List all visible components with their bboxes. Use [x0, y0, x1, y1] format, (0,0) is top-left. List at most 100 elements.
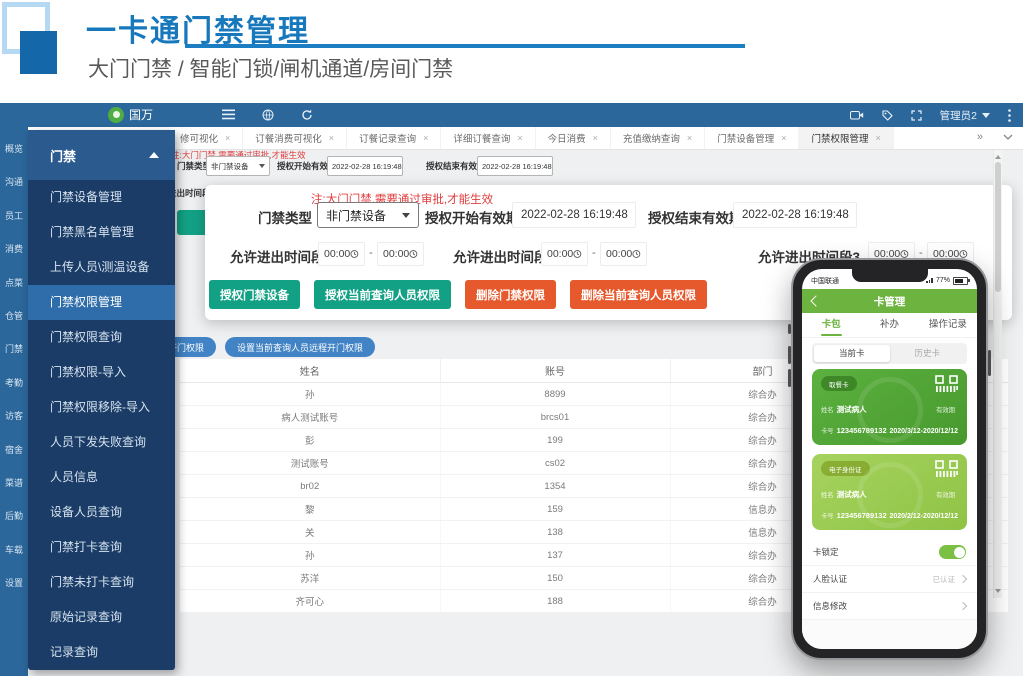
sidebar-item[interactable]: 考勤: [0, 370, 28, 403]
table-cell: 苏洋: [180, 567, 440, 590]
decor-square-solid: [20, 31, 57, 74]
sidebar-item[interactable]: 门禁: [0, 336, 28, 369]
sidebar-item[interactable]: 设置: [0, 570, 28, 603]
info-edit-row[interactable]: 信息修改: [802, 593, 977, 620]
user-menu[interactable]: 管理员2: [940, 108, 990, 123]
menu-item[interactable]: 门禁权限查询: [28, 320, 175, 355]
tab-item[interactable]: 门禁设备管理×: [705, 127, 799, 149]
sidebar-item[interactable]: 员工: [0, 203, 28, 236]
bg-auth-start-input[interactable]: 2022-02-28 16:19:48: [327, 156, 403, 176]
tabs-more-icon[interactable]: »: [977, 131, 983, 143]
sidebar-item[interactable]: 概览: [0, 136, 28, 169]
scrollbar-thumb[interactable]: [995, 162, 1001, 292]
tab-close-icon[interactable]: ×: [593, 133, 598, 143]
card-lock-row[interactable]: 卡锁定: [802, 539, 977, 566]
action-button[interactable]: 删除当前查询人员权限: [570, 280, 707, 309]
bg-door-type-select[interactable]: 非门禁设备: [206, 156, 270, 176]
phone-tab[interactable]: 补办: [860, 313, 918, 337]
qr-code-icon[interactable]: [935, 375, 959, 393]
time-input[interactable]: 00:00: [541, 242, 588, 266]
menu-item[interactable]: 门禁设备管理: [28, 180, 175, 215]
time-input[interactable]: 00:00: [318, 242, 365, 266]
phone-subtab[interactable]: 当前卡: [814, 345, 890, 362]
tab-item[interactable]: 详细订餐查询×: [441, 127, 535, 149]
fullscreen-icon[interactable]: [911, 110, 922, 121]
menu-item[interactable]: 上传人员\测温设备: [28, 250, 175, 285]
sidebar-item[interactable]: 沟通: [0, 169, 28, 202]
menu-item[interactable]: 设备人员查询: [28, 495, 175, 530]
tab-item[interactable]: 订餐记录查询×: [347, 127, 441, 149]
menu-header[interactable]: 门禁: [28, 130, 175, 180]
camera-icon[interactable]: [850, 110, 864, 120]
sidebar-item[interactable]: 点菜: [0, 270, 28, 303]
tabs-collapse-icon[interactable]: [1003, 134, 1013, 140]
action-button[interactable]: 授权当前查询人员权限: [314, 280, 451, 309]
tag-icon[interactable]: [882, 110, 893, 121]
action-button[interactable]: 授权门禁设备: [209, 280, 300, 309]
vertical-scrollbar[interactable]: [993, 150, 1002, 598]
menu-item[interactable]: 门禁黑名单管理: [28, 215, 175, 250]
menu-item[interactable]: 门禁权限管理: [28, 285, 175, 320]
tab-item[interactable]: 门禁权限管理×: [799, 127, 893, 149]
tab-close-icon[interactable]: ×: [687, 133, 692, 143]
menu-item[interactable]: 原始记录查询: [28, 600, 175, 635]
qr-code-icon[interactable]: [935, 460, 959, 478]
card-number: 123456789132: [837, 511, 887, 520]
tab-close-icon[interactable]: ×: [781, 133, 786, 143]
sidebar-item[interactable]: 宿舍: [0, 437, 28, 470]
tab-close-icon[interactable]: ×: [517, 133, 522, 143]
time-input[interactable]: 00:00: [600, 242, 647, 266]
page-subtitle: 大门门禁 / 智能门锁/闸机通道/房间门禁: [88, 53, 453, 83]
tab-item[interactable]: 修可视化×: [168, 127, 243, 149]
menu-item[interactable]: 门禁权限移除-导入: [28, 390, 175, 425]
menu-item[interactable]: 门禁未打卡查询: [28, 565, 175, 600]
menu-item[interactable]: 门禁权限-导入: [28, 355, 175, 390]
tab-close-icon[interactable]: ×: [423, 133, 428, 143]
sidebar-item[interactable]: 后勤: [0, 503, 28, 536]
menu-item[interactable]: 人员下发失败查询: [28, 425, 175, 460]
scroll-down-icon[interactable]: [995, 589, 1001, 596]
sidebar-item[interactable]: 菜谱: [0, 470, 28, 503]
tab-item[interactable]: 今日消费×: [536, 127, 611, 149]
menu-item[interactable]: 记录查询: [28, 635, 175, 670]
menu-item[interactable]: 人员信息: [28, 460, 175, 495]
meal-card[interactable]: 取餐卡 姓名测试病人 有效期 卡号123456789132 2020/3/12-…: [812, 369, 967, 445]
scroll-up-icon[interactable]: [995, 152, 1001, 159]
card-lock-toggle[interactable]: [939, 545, 966, 559]
clock-icon: [573, 249, 582, 259]
remote-open-pill[interactable]: 设置当前查询人员远程开门权限: [225, 337, 375, 357]
table-cell: 病人测试账号: [180, 406, 440, 429]
sidebar-item[interactable]: 车载: [0, 537, 28, 570]
card-info: 姓名测试病人 有效期 卡号123456789132 2020/3/12-2020…: [821, 396, 958, 438]
chevron-right-icon: [959, 575, 967, 583]
table-cell: 150: [440, 567, 670, 590]
refresh-icon[interactable]: [301, 109, 313, 121]
face-auth-row[interactable]: 人脸认证 已认证: [802, 566, 977, 593]
table-cell: 齐可心: [180, 590, 440, 613]
sidebar-item[interactable]: 仓管: [0, 303, 28, 336]
tab-close-icon[interactable]: ×: [329, 133, 334, 143]
tab-item[interactable]: 充值缴纳查询×: [611, 127, 705, 149]
phone-tab[interactable]: 操作记录: [919, 313, 977, 337]
tab-item[interactable]: 订餐消费可视化×: [243, 127, 347, 149]
door-type-select[interactable]: 非门禁设备: [317, 202, 419, 228]
tab-close-icon[interactable]: ×: [875, 133, 880, 143]
phone-subtab[interactable]: 历史卡: [890, 345, 966, 362]
action-button[interactable]: 删除门禁权限: [465, 280, 556, 309]
more-options-icon[interactable]: [1008, 109, 1011, 122]
tab-close-icon[interactable]: ×: [225, 133, 230, 143]
phone-tab[interactable]: 卡包: [802, 313, 860, 337]
sidebar-item[interactable]: 访客: [0, 403, 28, 436]
auth-start-label: 授权开始有效期: [425, 207, 520, 227]
sidebar-item[interactable]: 消费: [0, 236, 28, 269]
bg-auth-end-input[interactable]: 2022-02-28 16:19:48: [477, 156, 553, 176]
auth-end-input[interactable]: 2022-02-28 16:19:48: [733, 202, 857, 228]
auth-start-input[interactable]: 2022-02-28 16:19:48: [512, 202, 636, 228]
time-input[interactable]: 00:00: [377, 242, 424, 266]
holder-name: 测试病人: [837, 405, 867, 414]
menu-item[interactable]: 门禁打卡查询: [28, 530, 175, 565]
hamburger-menu-icon[interactable]: [222, 109, 235, 120]
back-icon[interactable]: [810, 295, 821, 306]
globe-icon[interactable]: [262, 109, 274, 121]
e-id-card[interactable]: 电子身份证 姓名测试病人 有效期 卡号123456789132 2020/2/1…: [812, 454, 967, 530]
